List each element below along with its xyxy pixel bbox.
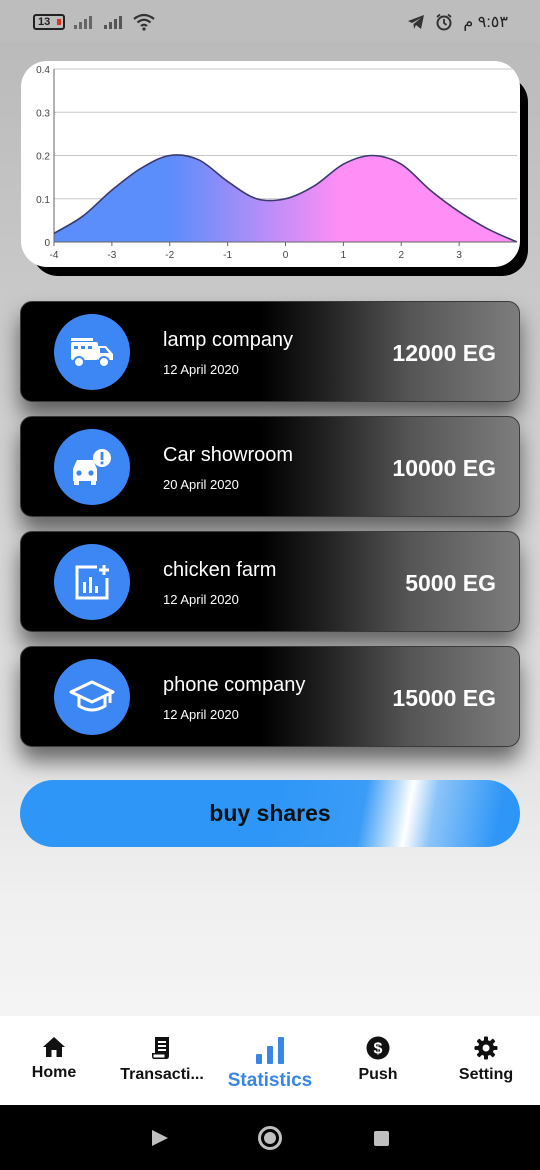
item-amount: 12000 EG — [392, 340, 496, 366]
item-date: 20 April 2020 — [163, 477, 239, 492]
list-item[interactable]: lamp company 12 April 2020 12000 EG — [20, 301, 520, 402]
x-tick-label: -4 — [50, 250, 59, 261]
home-circle-icon[interactable] — [258, 1126, 282, 1150]
y-tick-label: 0 — [44, 238, 50, 249]
nav-label: Setting — [458, 1066, 514, 1083]
x-tick-label: -1 — [223, 250, 232, 261]
item-date: 12 April 2020 — [163, 707, 239, 722]
fire-truck-icon — [71, 338, 113, 368]
bottom-navigation: Home Transacti... Statistics $ Push Sett… — [0, 1016, 540, 1105]
item-amount: 10000 EG — [392, 455, 496, 481]
system-navigation-bar — [0, 1105, 540, 1170]
distribution-chart: 0 0.1 0.2 0.3 0.4 -4 -3 -2 -1 0 1 2 3 — [36, 65, 518, 261]
list-item[interactable]: chicken farm 12 April 2020 5000 EG — [20, 531, 520, 632]
x-tick-label: 3 — [456, 250, 462, 261]
buy-shares-button[interactable]: buy shares — [20, 780, 520, 847]
nav-item-statistics[interactable]: Statistics — [216, 1016, 324, 1105]
item-amount: 15000 EG — [392, 685, 496, 711]
chart-card: 0 0.1 0.2 0.3 0.4 -4 -3 -2 -1 0 1 2 3 — [21, 61, 520, 267]
wifi-icon — [133, 13, 155, 31]
graduation-cap-icon — [69, 680, 115, 712]
signal-icon-2 — [104, 16, 122, 29]
nav-item-transactions[interactable]: Transacti... — [108, 1016, 216, 1105]
x-tick-label: 2 — [398, 250, 404, 261]
y-tick-label: 0.3 — [36, 108, 50, 119]
item-amount: 5000 EG — [405, 570, 496, 596]
car-alert-icon — [73, 449, 111, 485]
battery-icon: 13 — [33, 14, 65, 30]
x-tick-label: 1 — [341, 250, 347, 261]
item-name: chicken farm — [163, 559, 277, 581]
y-tick-label: 0.4 — [36, 65, 50, 76]
item-date: 12 April 2020 — [163, 592, 239, 607]
y-tick-label: 0.2 — [36, 152, 50, 163]
status-time: ٩:٥٣ م — [463, 14, 508, 31]
recent-apps-icon[interactable] — [374, 1131, 389, 1146]
nav-label: Home — [31, 1064, 77, 1081]
dollar-icon: $ — [366, 1036, 390, 1060]
item-icon-circle — [54, 659, 130, 735]
bar-chart-icon — [256, 1037, 284, 1064]
item-name: phone company — [163, 674, 306, 696]
gear-icon — [474, 1036, 498, 1060]
item-icon-circle — [54, 314, 130, 390]
item-date: 12 April 2020 — [163, 362, 239, 377]
chart-add-icon — [75, 565, 109, 600]
x-tick-label: 0 — [283, 250, 289, 261]
alarm-icon — [436, 13, 452, 31]
nav-label: Push — [358, 1066, 398, 1083]
home-icon — [43, 1037, 65, 1057]
item-name: lamp company — [163, 329, 294, 351]
nav-item-home[interactable]: Home — [0, 1016, 108, 1105]
signal-icon — [74, 16, 92, 29]
svg-text:$: $ — [374, 1041, 383, 1058]
list-item[interactable]: phone company 12 April 2020 15000 EG — [20, 646, 520, 747]
nav-label: Statistics — [227, 1070, 313, 1091]
nav-item-push[interactable]: $ Push — [324, 1016, 432, 1105]
receipt-icon — [152, 1037, 169, 1059]
nav-item-setting[interactable]: Setting — [432, 1016, 540, 1105]
telegram-icon — [408, 15, 425, 29]
back-icon[interactable] — [151, 1129, 169, 1147]
status-right: ٩:٥٣ م — [407, 12, 508, 32]
item-icon-circle — [54, 544, 130, 620]
battery-level: 13 — [38, 16, 51, 28]
status-left: 13 — [33, 13, 155, 31]
x-tick-label: -3 — [107, 250, 116, 261]
y-tick-label: 0.1 — [36, 195, 50, 206]
status-bar: 13 ٩:٥٣ م — [0, 0, 540, 42]
item-name: Car showroom — [163, 444, 294, 466]
list-item[interactable]: Car showroom 20 April 2020 10000 EG — [20, 416, 520, 517]
item-icon-circle — [54, 429, 130, 505]
x-tick-label: -2 — [165, 250, 174, 261]
nav-label: Transacti... — [120, 1066, 204, 1083]
